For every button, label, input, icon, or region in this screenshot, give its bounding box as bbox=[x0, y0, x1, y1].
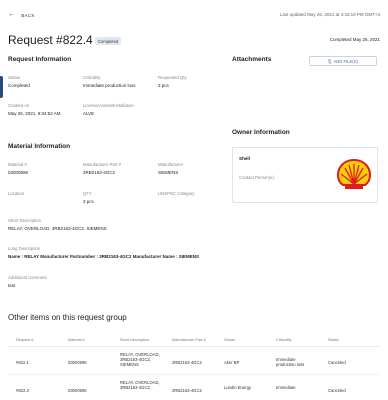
long-description-value: Name : RELAY Manufacturer Partnumber : 3… bbox=[8, 254, 200, 259]
manufacturer-label: Manufacturer bbox=[158, 162, 184, 167]
license-value: ALVE bbox=[83, 111, 95, 116]
attachment-icon: ⎘ bbox=[328, 58, 332, 64]
cell-request: #822.1 bbox=[16, 360, 29, 365]
owner-information-title: Owner Information bbox=[232, 129, 290, 136]
created-on-label: Created on bbox=[8, 103, 30, 108]
cell-description: RELAY, OVERLOAD, 3RB2163-4GC2, SIEMENS bbox=[120, 352, 160, 368]
requested-qty-value: 3 pcs bbox=[158, 83, 169, 88]
attachments-title: Attachments bbox=[232, 56, 272, 63]
col-criticality: Criticality bbox=[276, 338, 292, 342]
location-label: Location bbox=[8, 191, 25, 196]
col-short-description: Short Description bbox=[120, 338, 150, 342]
status-badge: Completed bbox=[95, 37, 122, 45]
manufacturer-value: SIEMENS bbox=[158, 170, 179, 175]
cell-criticality: Immediate production loss bbox=[276, 357, 305, 368]
title-row: Request #822.4 Completed Completed May 2… bbox=[8, 33, 380, 49]
owner-card: Shell Contact Person(s): bbox=[232, 147, 378, 203]
back-button[interactable]: ← BACK bbox=[8, 11, 35, 18]
col-status: Status bbox=[328, 338, 339, 342]
long-description-label: Long Description bbox=[8, 246, 41, 251]
cell-part: 3RB2163-4GC2 bbox=[172, 388, 202, 393]
material-value: 03000596 bbox=[8, 170, 29, 175]
cell-material: 03000596 bbox=[68, 388, 87, 393]
shell-logo-icon bbox=[336, 158, 372, 189]
status-value: Completed bbox=[8, 83, 30, 88]
mfr-part-value: 3RB2163-4GC2 bbox=[83, 170, 116, 175]
col-material: Material # bbox=[68, 338, 85, 342]
short-description-label: Short Description bbox=[8, 218, 41, 223]
col-manufacturer-part: Manufacturer Part # bbox=[172, 338, 206, 342]
add-file-button[interactable]: ⎘ ADD FILE(S) bbox=[309, 56, 377, 66]
request-information-title: Request Information bbox=[8, 56, 72, 63]
col-owner: Owner bbox=[224, 338, 236, 342]
add-file-label: ADD FILE(S) bbox=[333, 58, 358, 64]
requested-qty-label: Requested Qty bbox=[158, 75, 187, 80]
cell-owner: Aker BP bbox=[224, 360, 240, 365]
table-row[interactable]: #822.1 03000596 RELAY, OVERLOAD, 3RB2163… bbox=[8, 349, 380, 375]
qty-label: QTY bbox=[83, 191, 92, 196]
cell-material: 03000596 bbox=[68, 360, 87, 365]
mfr-part-label: Manufacturer Part # bbox=[83, 162, 121, 167]
status-label: Status bbox=[8, 75, 21, 80]
table-row[interactable]: #822.3 03000596 RELAY, OVERLOAD, 3RB2163… bbox=[8, 377, 380, 400]
cell-status: Canceled bbox=[328, 360, 346, 365]
unspsc-label: UNSPSC Category bbox=[158, 191, 195, 196]
comment-value: test bbox=[8, 283, 16, 288]
col-request: Request # bbox=[16, 338, 34, 342]
created-on-value: May 26, 2021, 9:34:52 AM bbox=[8, 111, 61, 116]
cell-description: RELAY, OVERLOAD, 3RB2163-4GC2, bbox=[120, 380, 160, 391]
page-title: Request #822.4 bbox=[8, 33, 93, 47]
last-updated: Last updated May 26, 2021 at 4:33:19 PM … bbox=[279, 12, 380, 17]
criticality-label: Criticality bbox=[83, 75, 101, 80]
material-information-title: Material Information bbox=[8, 143, 71, 150]
other-items-title: Other items on this request group bbox=[8, 313, 127, 322]
completed-date: Completed May 26, 2021 bbox=[329, 37, 380, 42]
cell-part: 3RB2163-4GC2 bbox=[172, 360, 202, 365]
table-header: Request # Material # Short Description M… bbox=[8, 333, 380, 347]
cell-request: #822.3 bbox=[16, 388, 29, 393]
back-label: BACK bbox=[21, 12, 35, 18]
cell-status: Canceled bbox=[328, 388, 346, 393]
cell-owner: Lundin Energy bbox=[224, 385, 252, 390]
owner-name: Shell bbox=[239, 156, 250, 161]
cell-criticality: Immediate bbox=[276, 385, 296, 390]
qty-value: 3 pcs bbox=[83, 199, 94, 204]
criticality-value: Immediate production loss bbox=[83, 83, 136, 88]
material-label: Material # bbox=[8, 162, 27, 167]
side-accent bbox=[0, 76, 3, 98]
license-label: License/Assets/Installation bbox=[83, 103, 134, 108]
arrow-left-icon: ← bbox=[8, 11, 16, 18]
top-bar: ← BACK Last updated May 26, 2021 at 4:33… bbox=[8, 11, 380, 22]
comment-label: Additional Comment bbox=[8, 275, 47, 280]
short-description-value: RELAY, OVERLOAD, 3RB2163-4GC2, SIEMENS bbox=[8, 226, 107, 231]
contact-label: Contact Person(s): bbox=[239, 175, 275, 180]
